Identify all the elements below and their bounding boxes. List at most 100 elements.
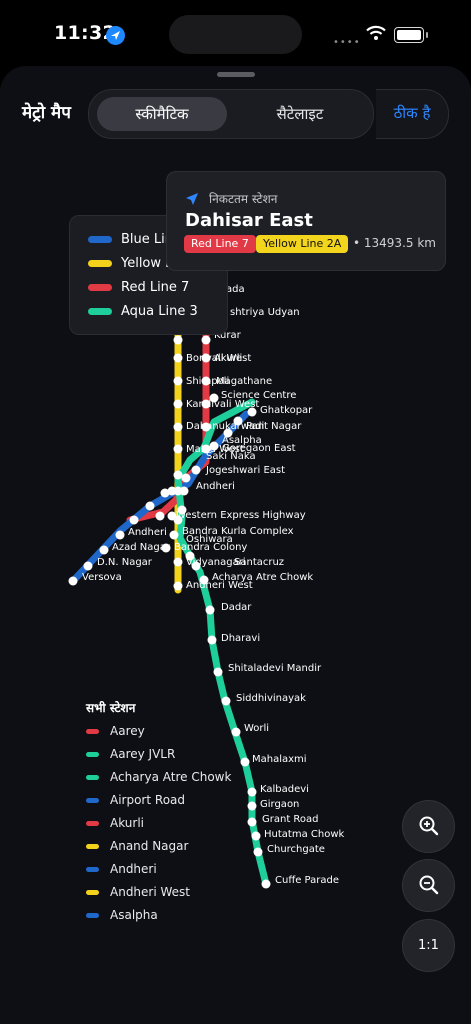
station-label: Saki Naka bbox=[206, 451, 256, 462]
station-marker[interactable] bbox=[179, 486, 189, 496]
line-color-swatch bbox=[86, 913, 99, 918]
legend-item-red: Red Line 7 bbox=[88, 280, 189, 300]
station-marker[interactable] bbox=[173, 399, 183, 409]
zoom-in-button[interactable] bbox=[402, 800, 455, 853]
list-item[interactable]: Akurli bbox=[86, 816, 266, 839]
station-label: Churchgate bbox=[267, 844, 325, 855]
station-label: D.N. Nagar bbox=[97, 557, 153, 568]
list-item[interactable]: Acharya Atre Chowk bbox=[86, 770, 266, 793]
station-marker[interactable] bbox=[173, 470, 183, 480]
station-label: Dadar bbox=[221, 602, 252, 613]
station-name: Aarey bbox=[110, 724, 145, 738]
list-item[interactable]: Aarey JVLR bbox=[86, 747, 266, 770]
nearest-heading: निकटतम स्टेशन bbox=[209, 192, 278, 206]
station-label: Ghatkopar bbox=[260, 405, 313, 416]
station-marker[interactable] bbox=[155, 511, 165, 521]
station-marker[interactable] bbox=[115, 530, 125, 540]
station-label: Cuffe Parade bbox=[275, 875, 339, 886]
line-color-swatch bbox=[86, 775, 99, 780]
station-marker[interactable] bbox=[145, 501, 155, 511]
station-name: Andheri West bbox=[110, 885, 191, 899]
station-marker[interactable] bbox=[83, 561, 93, 571]
station-marker[interactable] bbox=[181, 473, 191, 483]
station-label: Jogeshwari East bbox=[205, 465, 285, 476]
zoom-out-icon bbox=[419, 875, 438, 895]
line-color-swatch bbox=[86, 844, 99, 849]
station-label: Akurli bbox=[214, 353, 242, 364]
station-label: Hutatma Chowk bbox=[264, 829, 344, 840]
station-marker[interactable] bbox=[173, 422, 183, 432]
list-item[interactable]: Airport Road bbox=[86, 793, 266, 816]
station-label: Western Express Highway bbox=[176, 510, 306, 521]
list-item[interactable]: Aarey bbox=[86, 724, 266, 747]
station-label: Shitaladevi Mandir bbox=[228, 663, 322, 674]
station-label: Science Centre bbox=[221, 390, 296, 401]
red-line-badge: Red Line 7 bbox=[184, 235, 256, 253]
line-color-swatch bbox=[86, 890, 99, 895]
station-name: Asalpha bbox=[110, 908, 158, 922]
station-label: Magathane bbox=[216, 376, 272, 387]
station-marker[interactable] bbox=[173, 557, 183, 567]
zoom-reset-button[interactable]: 1:1 bbox=[402, 919, 455, 972]
yellow-line-badge: Yellow Line 2A bbox=[256, 235, 349, 253]
nearest-station-name: Dahisar East bbox=[185, 210, 313, 231]
station-marker[interactable] bbox=[173, 376, 183, 386]
station-name: Aarey JVLR bbox=[110, 747, 176, 761]
station-label: ada bbox=[226, 284, 245, 295]
line-color-swatch bbox=[86, 752, 99, 757]
station-marker[interactable] bbox=[213, 667, 223, 677]
station-marker[interactable] bbox=[201, 335, 211, 345]
station-label: Grant Road bbox=[262, 814, 319, 825]
red-line-swatch bbox=[88, 284, 112, 291]
station-label: Versova bbox=[82, 572, 122, 583]
station-marker[interactable] bbox=[191, 465, 201, 475]
station-label: Dharavi bbox=[221, 633, 260, 644]
list-item[interactable]: Andheri bbox=[86, 862, 266, 885]
station-label: Andheri bbox=[196, 481, 235, 492]
station-marker[interactable] bbox=[129, 515, 139, 525]
station-label: Acharya Atre Chowk bbox=[212, 572, 313, 583]
line-color-swatch bbox=[86, 867, 99, 872]
yellow-line-swatch bbox=[88, 260, 112, 267]
station-label: Andheri bbox=[128, 527, 167, 538]
station-label: Azad Nagar bbox=[112, 542, 171, 553]
all-stations-title: सभी स्टेशन bbox=[86, 701, 136, 715]
station-name: Andheri bbox=[110, 862, 157, 876]
station-marker[interactable] bbox=[173, 444, 183, 454]
station-marker[interactable] bbox=[167, 486, 177, 496]
station-marker[interactable] bbox=[173, 335, 183, 345]
list-item[interactable]: Anand Nagar bbox=[86, 839, 266, 862]
line-color-swatch bbox=[86, 729, 99, 734]
legend-label: Aqua Line 3 bbox=[121, 304, 198, 319]
zoom-in-icon bbox=[419, 816, 438, 836]
list-item[interactable]: Asalpha bbox=[86, 908, 266, 931]
station-label: Asalpha bbox=[222, 435, 262, 446]
all-stations-list: सभी स्टेशन Aarey Aarey JVLR Acharya Atre… bbox=[86, 699, 266, 931]
station-label: Santacruz bbox=[234, 557, 284, 568]
station-marker[interactable] bbox=[68, 576, 78, 586]
station-marker[interactable] bbox=[173, 581, 183, 591]
blue-line-path bbox=[69, 410, 250, 585]
station-marker[interactable] bbox=[169, 530, 179, 540]
line-color-swatch bbox=[86, 798, 99, 803]
nearest-distance: • 13493.5 km bbox=[353, 236, 436, 250]
station-label: shtriya Udyan bbox=[230, 307, 300, 318]
station-label: Bandra Colony bbox=[174, 542, 247, 553]
nearest-station-card[interactable]: निकटतम स्टेशन Dahisar East Red Line 7 Ye… bbox=[166, 171, 446, 271]
station-name: Akurli bbox=[110, 816, 144, 830]
station-label: Pant Nagar bbox=[246, 421, 302, 432]
station-marker[interactable] bbox=[173, 353, 183, 363]
zoom-out-button[interactable] bbox=[402, 859, 455, 912]
station-name: Airport Road bbox=[110, 793, 185, 807]
station-marker[interactable] bbox=[205, 605, 215, 615]
station-marker[interactable] bbox=[99, 545, 109, 555]
station-name: Anand Nagar bbox=[110, 839, 189, 853]
list-item[interactable]: Andheri West bbox=[86, 885, 266, 908]
blue-line-swatch bbox=[88, 236, 112, 243]
station-label: Kalbadevi bbox=[260, 784, 309, 795]
line-color-swatch bbox=[86, 821, 99, 826]
navigation-arrow-icon bbox=[185, 191, 199, 210]
station-marker[interactable] bbox=[207, 635, 217, 645]
station-name: Acharya Atre Chowk bbox=[110, 770, 232, 784]
legend-label: Red Line 7 bbox=[121, 280, 190, 295]
